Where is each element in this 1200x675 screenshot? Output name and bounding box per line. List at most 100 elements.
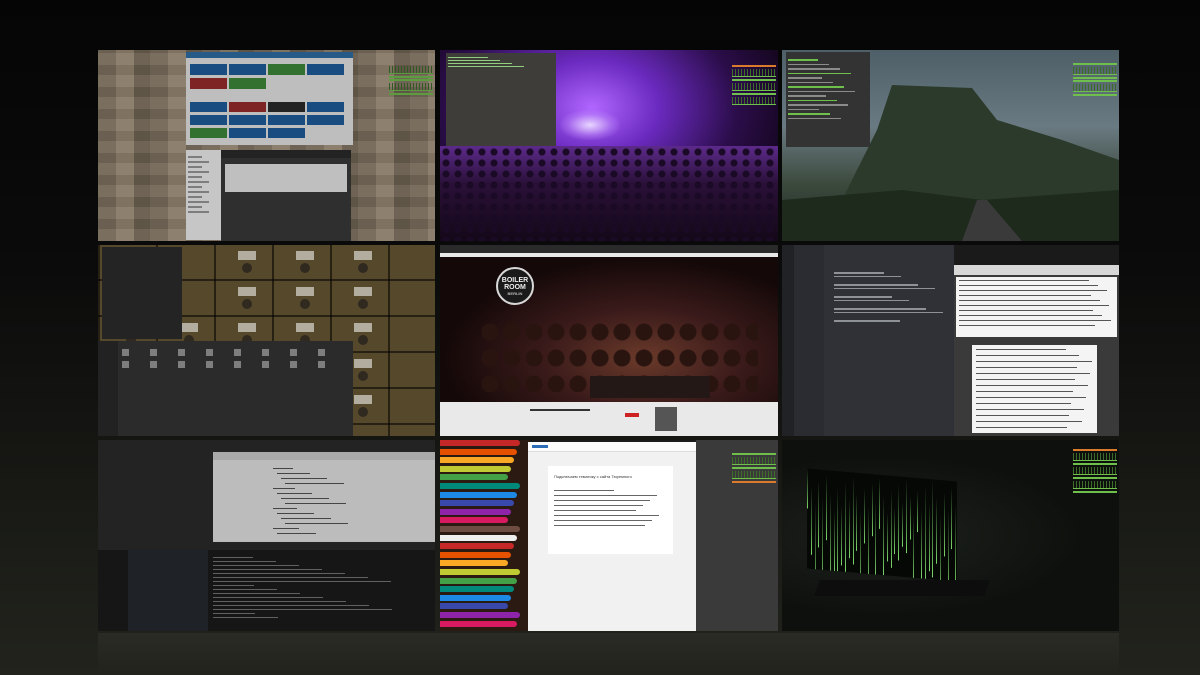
matrix-column <box>829 492 831 582</box>
drawer-handle <box>242 299 252 309</box>
pencil <box>440 594 511 601</box>
file-manager-window[interactable] <box>786 52 870 147</box>
kanban-board-window[interactable] <box>186 52 353 145</box>
laptop-screen <box>807 468 957 582</box>
menu-line <box>188 161 209 163</box>
file-icon <box>290 361 297 368</box>
workspace-1[interactable] <box>98 50 435 241</box>
doc-line <box>959 300 1100 301</box>
workspace-2[interactable] <box>440 50 778 241</box>
workspace-8[interactable]: Подключаем тематику с сайта Тюремного <box>440 440 778 631</box>
file-icon <box>122 361 129 368</box>
drawer-label <box>180 323 198 332</box>
file-row <box>788 63 829 65</box>
code-line <box>277 513 314 514</box>
matrix-column <box>871 483 873 537</box>
chat-line <box>834 299 909 301</box>
editor-tabs <box>213 452 435 460</box>
matrix-column <box>890 489 892 568</box>
file-icon <box>318 349 325 356</box>
file-icon <box>122 349 129 356</box>
terminal-window[interactable] <box>98 550 435 631</box>
sidebar-menu-window[interactable] <box>186 150 221 240</box>
chat-messages <box>828 265 948 322</box>
terminal-line <box>213 593 300 594</box>
boiler-room-logo: BOILER ROOM BERLIN <box>496 267 534 305</box>
drawer-handle <box>358 335 368 345</box>
matrix-column <box>841 504 843 566</box>
workspace-4[interactable] <box>98 245 435 436</box>
code-editor-window[interactable] <box>213 452 435 542</box>
matrix-column <box>852 476 854 565</box>
doc-line <box>976 397 1086 398</box>
logo-line-3: BERLIN <box>507 291 523 296</box>
pencil <box>440 508 511 515</box>
terminal-line <box>448 57 488 58</box>
workspace-9[interactable] <box>782 440 1119 631</box>
pencil <box>440 474 508 481</box>
blog-line <box>554 495 657 496</box>
menu-line <box>188 171 209 173</box>
doc-line <box>976 373 1090 374</box>
terminal-line <box>213 561 276 562</box>
dialog-window[interactable] <box>221 150 351 241</box>
pencil <box>440 483 520 489</box>
pencil <box>440 500 514 507</box>
matrix-column <box>818 480 820 548</box>
drawer-label <box>296 323 314 332</box>
blog-line <box>554 510 636 511</box>
file-browser-window[interactable] <box>98 341 353 436</box>
chat-line <box>834 320 900 322</box>
doc-line <box>976 403 1071 404</box>
terminal-window-small[interactable] <box>102 247 182 339</box>
drawer-label <box>354 359 372 368</box>
drawer-label <box>354 287 372 296</box>
terminal-line <box>213 597 323 598</box>
logo-line-2: ROOM <box>504 284 526 291</box>
video-player[interactable]: BOILER ROOM BERLIN <box>440 257 778 402</box>
doc-line <box>976 391 1073 392</box>
matrix-column <box>913 513 915 582</box>
terminal-line <box>213 601 346 602</box>
workspace-6[interactable] <box>782 245 1119 436</box>
file-row <box>788 99 837 101</box>
workspace-3[interactable] <box>782 50 1119 241</box>
pencil <box>440 534 517 541</box>
code-line <box>281 518 331 519</box>
file-icon <box>178 349 185 356</box>
server-list <box>782 245 794 436</box>
workspace-7[interactable] <box>98 440 435 631</box>
blog-editor-window[interactable]: Подключаем тематику с сайта Тюремного <box>528 442 696 631</box>
doc-line <box>959 295 1091 296</box>
file-icon <box>150 349 157 356</box>
doc-line <box>959 325 1095 326</box>
terminal-window[interactable] <box>446 53 556 146</box>
matrix-column <box>867 505 869 582</box>
browser-window[interactable]: BOILER ROOM BERLIN <box>440 245 778 436</box>
kanban-card <box>268 128 305 138</box>
matrix-column <box>810 485 812 555</box>
file-row <box>788 77 822 79</box>
pencil <box>440 543 514 550</box>
blog-body <box>554 486 666 530</box>
code-line <box>277 533 316 534</box>
matrix-column <box>909 496 911 540</box>
document-window[interactable] <box>954 275 1119 436</box>
menu-line <box>188 196 202 198</box>
chat-app-window[interactable] <box>782 245 954 436</box>
matrix-column <box>924 485 926 582</box>
drawer-handle <box>300 299 310 309</box>
file-row <box>788 68 840 70</box>
kanban-lane-top <box>190 64 346 94</box>
matrix-column <box>921 508 922 579</box>
doc-line <box>959 285 1098 286</box>
code-line <box>281 498 329 499</box>
blog-logo <box>532 445 548 448</box>
file-browser-sidebar <box>98 341 118 436</box>
file-row <box>788 59 818 61</box>
kanban-card <box>229 78 266 89</box>
sidebar-menu-list <box>186 150 221 219</box>
workspace-5[interactable]: BOILER ROOM BERLIN <box>440 245 778 436</box>
browser-toolbar <box>440 245 778 253</box>
pencil <box>440 569 520 575</box>
